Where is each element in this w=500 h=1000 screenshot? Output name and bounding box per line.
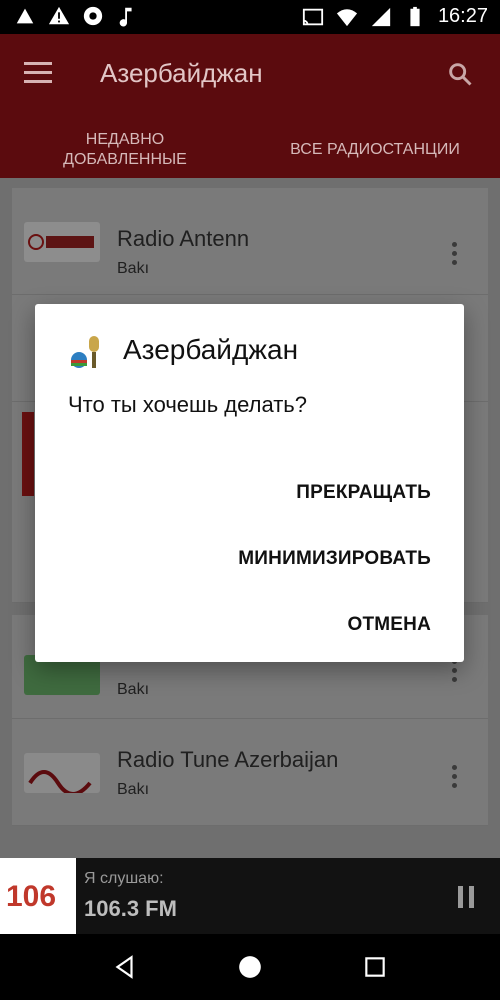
station-106-logo: 106 — [6, 880, 56, 913]
status-left-icons — [14, 5, 138, 27]
music-note-icon — [119, 7, 132, 27]
station-logo — [22, 412, 34, 496]
station-logo — [24, 222, 100, 262]
stop-button[interactable]: ПРЕКРАЩАТЬ — [296, 482, 431, 504]
more-vert-icon[interactable] — [452, 765, 458, 789]
station-city: Bakı — [117, 781, 150, 798]
warning-icon — [48, 6, 70, 25]
app-title: Азербайджан — [100, 58, 263, 88]
home-icon[interactable] — [237, 954, 263, 980]
station-name: Radio Antenn — [117, 226, 250, 251]
app-bar: Азербайджан НЕДАВНО ДОБАВЛЕННЫЕ ВСЕ РАДИ… — [0, 34, 500, 266]
now-playing-bar[interactable]: 106 Я слушаю: 106.3 FM — [0, 858, 500, 934]
station-logo — [24, 753, 100, 796]
back-icon[interactable] — [112, 954, 138, 980]
signal-icon — [371, 7, 391, 26]
radio-tune-logo — [28, 770, 92, 796]
minimize-button[interactable]: МИНИМИЗИРОВАТЬ — [238, 548, 431, 570]
navigation-bar — [0, 934, 500, 1000]
radio-antenn-logo — [28, 234, 94, 250]
wifi-icon — [336, 8, 358, 26]
tab-all-stations[interactable]: ВСЕ РАДИОСТАНЦИИ — [250, 122, 500, 178]
battery-icon — [410, 6, 420, 26]
exit-dialog: Азербайджан Что ты хочешь делать? ПРЕКРА… — [35, 304, 464, 662]
station-name: Radio Tune Azerbaijan — [117, 747, 339, 772]
recents-icon[interactable] — [362, 954, 388, 980]
svg-text:106: 106 — [6, 880, 56, 913]
more-vert-icon[interactable] — [452, 659, 458, 683]
now-playing-label: Я слушаю: — [84, 870, 164, 887]
dialog-message: Что ты хочешь делать? — [68, 392, 307, 417]
status-right-icons: 16:27 — [302, 5, 488, 28]
more-vert-icon[interactable] — [452, 242, 458, 266]
pause-icon[interactable] — [458, 886, 476, 908]
cast-icon — [302, 8, 324, 25]
tab-recently-added-label: НЕДАВНО ДОБАВЛЕННЫЕ — [63, 131, 187, 168]
now-playing-station: 106.3 FM — [84, 896, 177, 921]
app-icon — [16, 8, 34, 24]
search-icon[interactable] — [446, 60, 474, 88]
status-bar: 16:27 — [0, 0, 500, 34]
status-time: 16:27 — [437, 5, 488, 27]
tab-bar: НЕДАВНО ДОБАВЛЕННЫЕ ВСЕ РАДИОСТАНЦИИ — [0, 122, 500, 266]
microphone-icon — [71, 336, 99, 368]
station-city: Bakı — [117, 681, 150, 698]
station-card[interactable]: Radio Antenn Bakı — [12, 188, 488, 295]
station-city: Bakı — [117, 260, 150, 277]
dialog-title: Азербайджан — [123, 334, 299, 365]
tab-recently-added[interactable]: НЕДАВНО ДОБАВЛЕННЫЕ — [0, 122, 250, 178]
now-playing-logo: 106 — [0, 858, 76, 934]
cancel-button[interactable]: ОТМЕНА — [347, 614, 431, 636]
station-card[interactable]: Radio Tune Azerbaijan Bakı — [12, 719, 488, 826]
aperture-icon — [83, 6, 103, 26]
menu-icon[interactable] — [24, 62, 52, 84]
tab-all-stations-label: ВСЕ РАДИОСТАНЦИИ — [290, 141, 460, 158]
